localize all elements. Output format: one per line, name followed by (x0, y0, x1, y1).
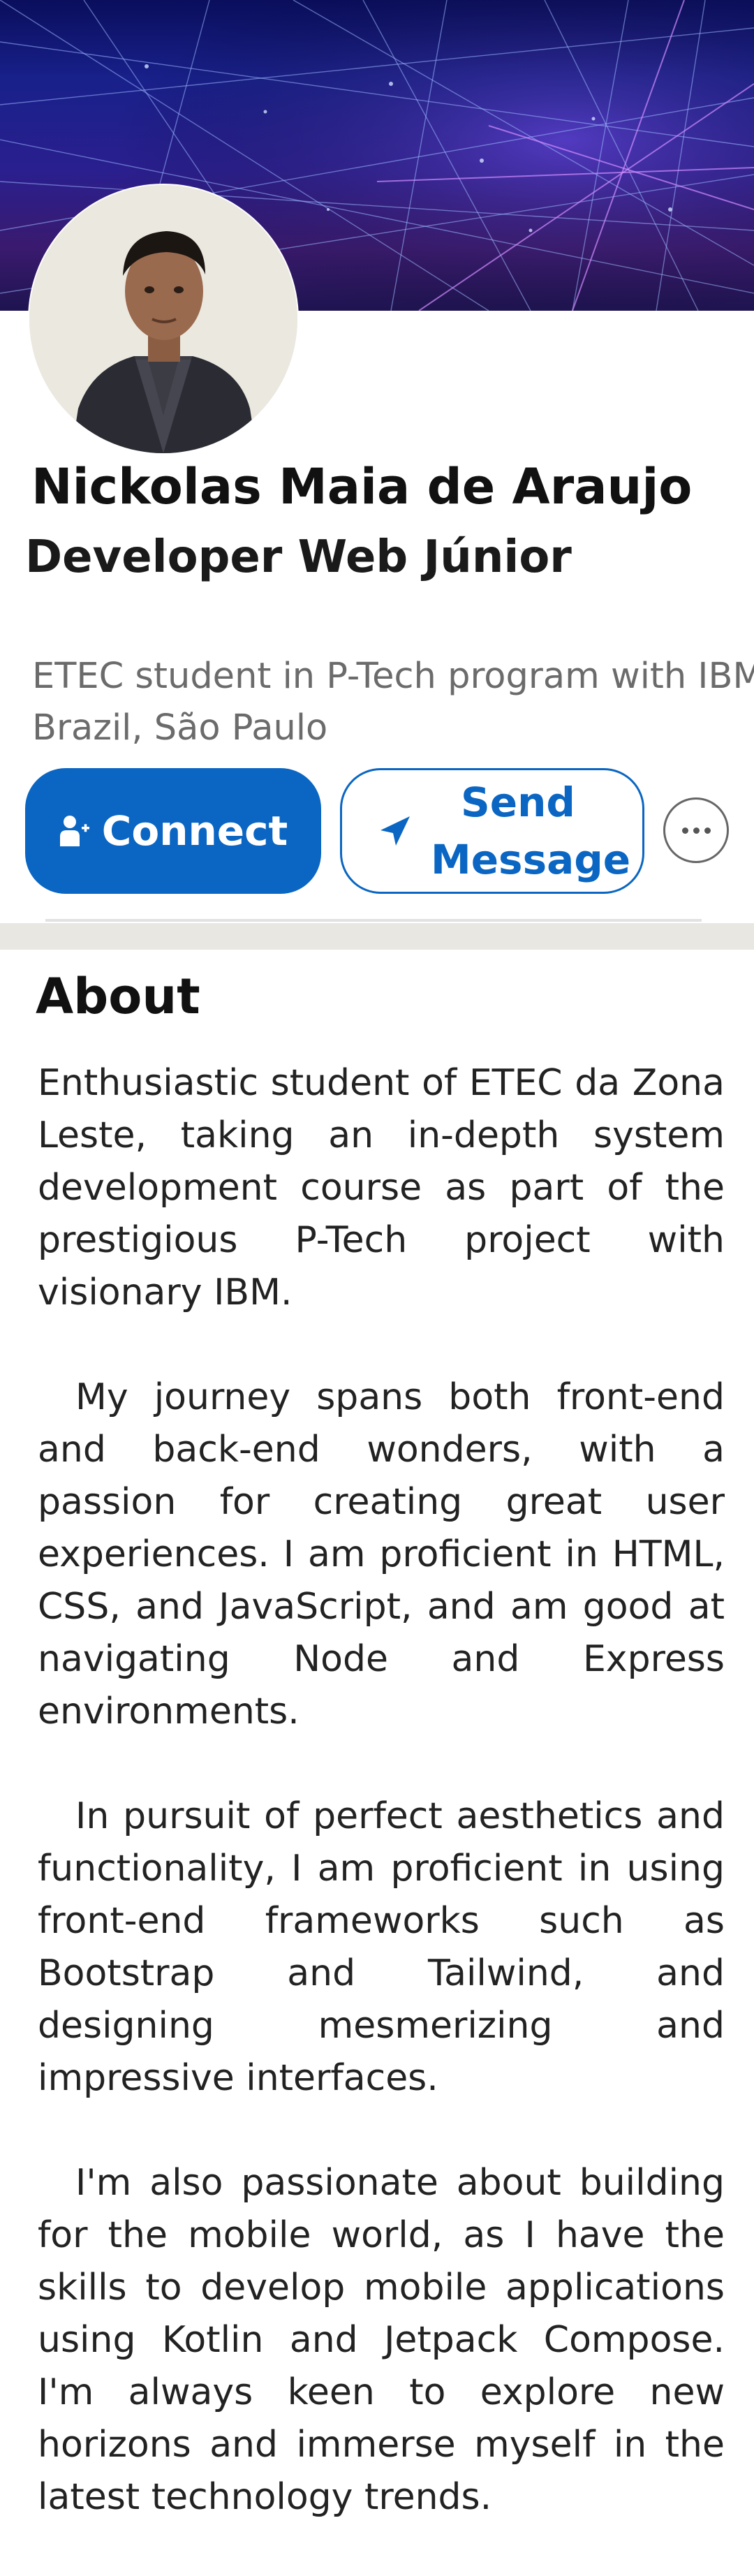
profile-info: ETEC student in P-Tech program with IBM … (32, 651, 754, 754)
avatar (29, 185, 297, 453)
connect-label: Connect (101, 807, 288, 855)
header-separator (45, 919, 702, 922)
more-options-button[interactable] (663, 797, 729, 863)
about-paragraph: I'm also passionate about building for t… (38, 2162, 725, 2518)
send-arrow-icon (380, 816, 410, 846)
about-title: About (36, 968, 200, 1025)
more-horizontal-icon (681, 827, 688, 834)
add-person-icon (59, 816, 89, 846)
about-paragraph: In pursuit of perfect aesthetics and fun… (38, 1795, 725, 2099)
about-paragraph: Enthusiastic student of ETEC da Zona Les… (38, 1062, 725, 1313)
send-message-button[interactable]: Send Message (340, 768, 644, 894)
profile-description: ETEC student in P-Tech program with IBM (32, 656, 754, 697)
profile-name: Nickolas Maia de Araujo (31, 458, 693, 515)
send-message-label: Send Message (431, 779, 631, 883)
section-divider (0, 923, 754, 950)
about-body: Enthusiastic student of ETEC da Zona Les… (38, 1057, 725, 2576)
profile-location: Brazil, São Paulo (32, 707, 328, 749)
about-paragraph: My journey spans both front-end and back… (38, 1376, 725, 1732)
connect-button[interactable]: Connect (25, 768, 321, 894)
profile-photo (29, 185, 297, 453)
profile-headline: Developer Web Júnior (25, 531, 572, 583)
